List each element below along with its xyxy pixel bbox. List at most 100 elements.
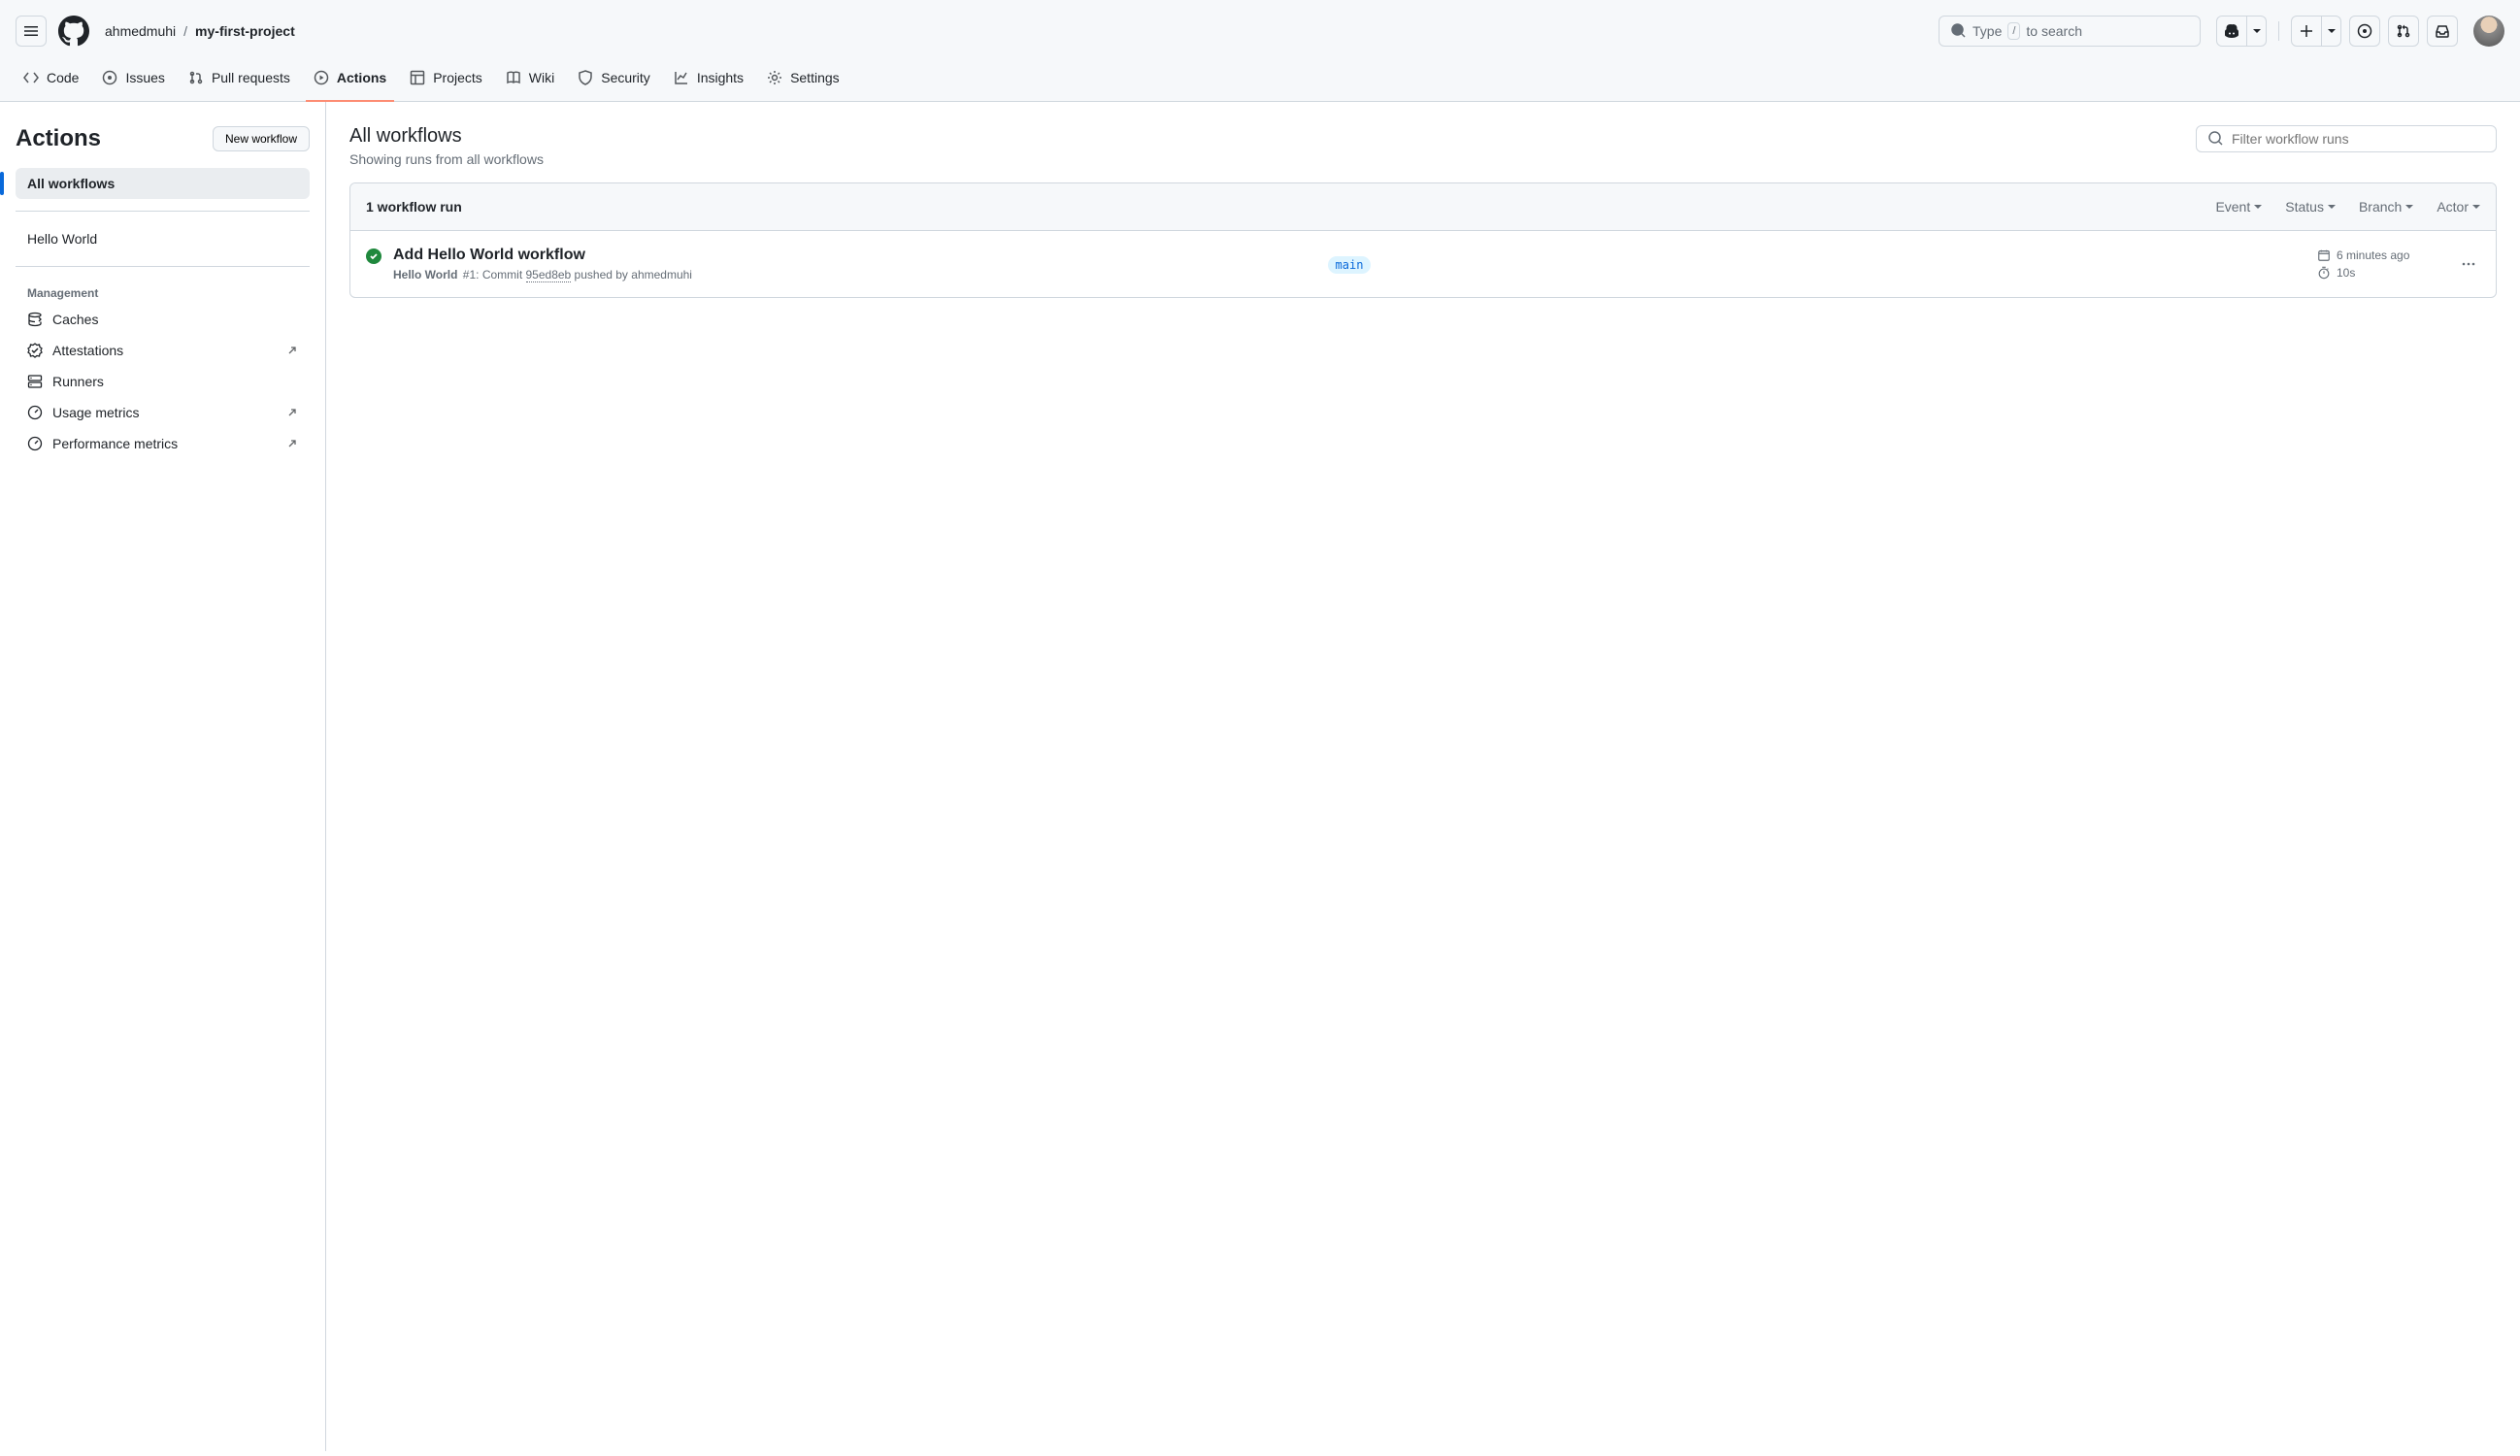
caret-down-icon: [2472, 203, 2480, 211]
attestations-label: Attestations: [52, 343, 123, 358]
branch-badge[interactable]: main: [1328, 256, 1372, 274]
run-title-link[interactable]: Add Hello World workflow: [393, 247, 1316, 264]
nav-security-label: Security: [601, 70, 650, 85]
repo-nav: Code Issues Pull requests Actions Projec…: [0, 62, 2520, 102]
github-logo[interactable]: [58, 16, 89, 47]
run-workflow-name: Hello World: [393, 268, 457, 281]
breadcrumb-repo[interactable]: my-first-project: [195, 23, 295, 39]
create-button[interactable]: [2291, 16, 2322, 47]
runs-list: 1 workflow run Event Status Branch Actor: [349, 182, 2497, 298]
meter-icon: [27, 436, 43, 451]
filter-status[interactable]: Status: [2285, 199, 2336, 215]
search-icon: [1951, 23, 1967, 39]
search-suffix: to search: [2026, 23, 2082, 39]
nav-projects[interactable]: Projects: [402, 62, 490, 101]
sidebar-attestations[interactable]: Attestations: [16, 335, 310, 366]
caret-down-icon: [2405, 203, 2413, 211]
sidebar-runners[interactable]: Runners: [16, 366, 310, 397]
user-avatar[interactable]: [2473, 16, 2504, 47]
kebab-icon: [2461, 256, 2476, 272]
filter-actor-label: Actor: [2437, 199, 2469, 215]
usage-label: Usage metrics: [52, 405, 139, 420]
nav-code-label: Code: [47, 70, 79, 85]
new-workflow-button[interactable]: New workflow: [213, 126, 310, 151]
run-actions-menu[interactable]: [2457, 252, 2480, 276]
caches-label: Caches: [52, 312, 98, 327]
filter-actor[interactable]: Actor: [2437, 199, 2480, 215]
nav-actions[interactable]: Actions: [306, 62, 394, 101]
pull-requests-shortcut-button[interactable]: [2388, 16, 2419, 47]
graph-icon: [674, 70, 689, 85]
filter-input-container[interactable]: [2196, 125, 2497, 152]
menu-button[interactable]: [16, 16, 47, 47]
caret-down-icon: [2328, 27, 2336, 35]
nav-actions-label: Actions: [337, 70, 386, 85]
sidebar-management-label: Management: [16, 279, 310, 304]
runs-header: 1 workflow run Event Status Branch Actor: [350, 183, 2496, 231]
run-number: #1: [463, 268, 476, 281]
breadcrumb-separator: /: [183, 23, 187, 39]
calendar-icon: [2317, 248, 2331, 262]
pull-request-icon: [2396, 23, 2411, 39]
filter-branch[interactable]: Branch: [2359, 199, 2413, 215]
filter-workflow-input[interactable]: [2232, 131, 2484, 147]
nav-insights[interactable]: Insights: [666, 62, 751, 101]
nav-wiki[interactable]: Wiki: [498, 62, 562, 101]
plus-icon: [2299, 23, 2314, 39]
cache-icon: [27, 312, 43, 327]
nav-issues[interactable]: Issues: [94, 62, 172, 101]
copilot-button[interactable]: [2216, 16, 2247, 47]
play-icon: [314, 70, 329, 85]
external-link-icon: [286, 438, 298, 449]
sidebar-all-workflows-label: All workflows: [27, 176, 115, 191]
sidebar-divider: [16, 266, 310, 267]
run-commit-sha[interactable]: 95ed8eb: [526, 268, 572, 282]
performance-label: Performance metrics: [52, 436, 178, 451]
hamburger-icon: [23, 23, 39, 39]
sidebar-caches[interactable]: Caches: [16, 304, 310, 335]
run-meta: Hello World #1: Commit 95ed8eb pushed by…: [393, 268, 1316, 281]
verified-icon: [27, 343, 43, 358]
global-search[interactable]: Type / to search: [1939, 16, 2201, 47]
caret-down-icon: [2328, 203, 2336, 211]
sidebar-all-workflows[interactable]: All workflows: [16, 168, 310, 199]
gear-icon: [767, 70, 782, 85]
actions-sidebar: Actions New workflow All workflows Hello…: [0, 102, 326, 1451]
server-icon: [27, 374, 43, 389]
shield-icon: [578, 70, 593, 85]
create-caret-button[interactable]: [2322, 16, 2341, 47]
sidebar-performance-metrics[interactable]: Performance metrics: [16, 428, 310, 459]
app-header: ahmedmuhi / my-first-project Type / to s…: [0, 0, 2520, 62]
issues-shortcut-button[interactable]: [2349, 16, 2380, 47]
caret-down-icon: [2254, 203, 2262, 211]
external-link-icon: [286, 345, 298, 356]
nav-insights-label: Insights: [697, 70, 744, 85]
issue-icon: [102, 70, 117, 85]
nav-security[interactable]: Security: [570, 62, 658, 101]
meter-icon: [27, 405, 43, 420]
sidebar-workflow-hello-world[interactable]: Hello World: [16, 223, 310, 254]
nav-pull-requests[interactable]: Pull requests: [181, 62, 298, 101]
nav-projects-label: Projects: [433, 70, 482, 85]
pull-request-icon: [188, 70, 204, 85]
github-icon: [58, 16, 89, 47]
filter-status-label: Status: [2285, 199, 2324, 215]
run-pushed-by-prefix: pushed by: [571, 268, 631, 281]
breadcrumb-owner[interactable]: ahmedmuhi: [105, 23, 176, 39]
notifications-button[interactable]: [2427, 16, 2458, 47]
nav-settings-label: Settings: [790, 70, 840, 85]
search-prefix: Type: [1973, 23, 2002, 39]
main-content: All workflows Showing runs from all work…: [326, 102, 2520, 1451]
filter-event[interactable]: Event: [2215, 199, 2262, 215]
nav-code[interactable]: Code: [16, 62, 86, 101]
workflow-run-row: Add Hello World workflow Hello World #1:…: [350, 231, 2496, 297]
copilot-caret-button[interactable]: [2247, 16, 2267, 47]
sidebar-title: Actions: [16, 125, 101, 152]
search-shortcut: /: [2007, 22, 2020, 40]
runners-label: Runners: [52, 374, 104, 389]
nav-settings[interactable]: Settings: [759, 62, 847, 101]
page-title: All workflows: [349, 125, 544, 148]
sidebar-usage-metrics[interactable]: Usage metrics: [16, 397, 310, 428]
search-icon: [2208, 131, 2224, 147]
external-link-icon: [286, 407, 298, 418]
